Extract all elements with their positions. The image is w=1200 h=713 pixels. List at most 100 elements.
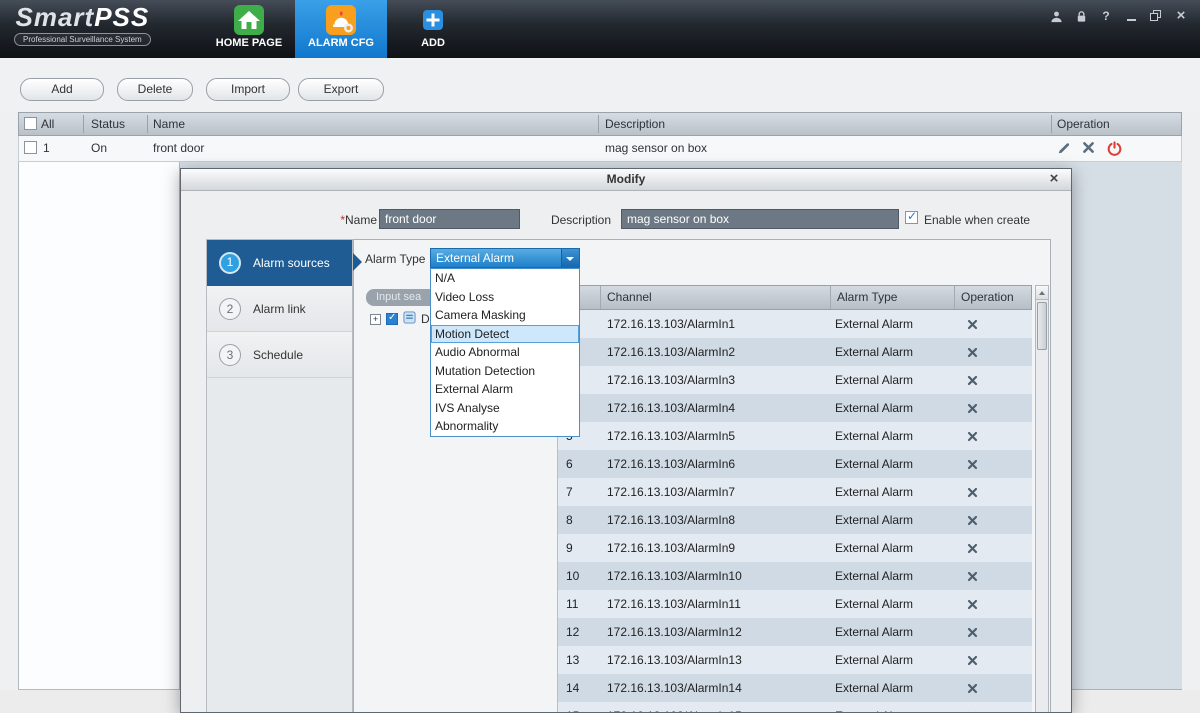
tab-label: ADD (421, 37, 445, 49)
alarm-type-option[interactable]: Audio Abnormal (431, 343, 579, 362)
remove-channel-icon[interactable] (967, 543, 978, 554)
app-logo-text: SmartPSS (14, 3, 151, 31)
step-alarm-sources[interactable]: 1 Alarm sources (207, 240, 352, 286)
remove-channel-icon[interactable] (967, 487, 978, 498)
remove-channel-icon[interactable] (967, 347, 978, 358)
tree-node-checkbox[interactable] (386, 313, 398, 325)
description-input[interactable] (621, 209, 899, 229)
row-index: 1 (43, 136, 50, 161)
minimize-icon[interactable] (1124, 9, 1138, 23)
channel-operation-cell (955, 319, 1032, 330)
channel-alarm-type: External Alarm (831, 569, 955, 583)
channel-table-header: Channel Alarm Type Operation (558, 285, 1032, 310)
channel-row[interactable]: 11172.16.13.103/AlarmIn11External Alarm (558, 590, 1032, 618)
remove-channel-icon[interactable] (967, 627, 978, 638)
alarm-type-option[interactable]: Mutation Detection (431, 362, 579, 381)
add-button[interactable]: Add (20, 78, 104, 101)
toolbar: Add Delete Import Export (0, 58, 1200, 112)
channel-name: 172.16.13.103/AlarmIn3 (601, 373, 831, 387)
channel-row[interactable]: 12172.16.13.103/AlarmIn12External Alarm (558, 618, 1032, 646)
power-toggle-icon[interactable] (1107, 141, 1123, 157)
logo-part1: Smart (15, 2, 94, 32)
alarm-table-row[interactable]: 1 On front door mag sensor on box (18, 136, 1182, 162)
scrollbar-up-arrow[interactable] (1036, 286, 1048, 300)
delete-icon[interactable] (1082, 141, 1098, 157)
channel-row[interactable]: 5172.16.13.103/AlarmIn5External Alarm (558, 422, 1032, 450)
app-logo-subtitle: Professional Surveillance System (14, 33, 151, 46)
remove-channel-icon[interactable] (967, 319, 978, 330)
remove-channel-icon[interactable] (967, 599, 978, 610)
remove-channel-icon[interactable] (967, 431, 978, 442)
chevron-down-icon[interactable] (561, 249, 579, 267)
channel-operation-cell (955, 459, 1032, 470)
row-checkbox[interactable] (24, 141, 37, 154)
alarm-type-option[interactable]: Motion Detect (431, 325, 579, 344)
name-input[interactable] (379, 209, 520, 229)
channel-alarm-type: External Alarm (831, 317, 955, 331)
scrollbar-thumb[interactable] (1037, 302, 1047, 350)
tab-add[interactable]: ADD (387, 0, 479, 58)
tree-expander-icon[interactable]: + (370, 314, 381, 325)
channel-operation-cell (955, 599, 1032, 610)
remove-channel-icon[interactable] (967, 571, 978, 582)
channel-alarm-type: External Alarm (831, 681, 955, 695)
alarm-type-option[interactable]: Video Loss (431, 288, 579, 307)
alarm-table-header: All Status Name Description Operation (18, 112, 1182, 136)
channel-row[interactable]: 15172.16.13.103/AlarmIn15External Alarm (558, 702, 1032, 713)
alarm-type-label: Alarm Type (365, 252, 425, 266)
remove-channel-icon[interactable] (967, 459, 978, 470)
tab-alarm-cfg[interactable]: ALARM CFG (295, 0, 387, 58)
close-icon[interactable]: × (1174, 9, 1188, 23)
remove-channel-icon[interactable] (967, 655, 978, 666)
dialog-close-icon[interactable]: × (1045, 169, 1063, 191)
channel-row[interactable]: 2172.16.13.103/AlarmIn2External Alarm (558, 338, 1032, 366)
device-tree-node[interactable]: + D (370, 312, 430, 326)
tree-node-label: D (421, 312, 430, 326)
remove-channel-icon[interactable] (967, 515, 978, 526)
add-tab-icon (422, 3, 444, 36)
user-icon[interactable] (1049, 9, 1063, 23)
channel-operation-cell (955, 487, 1032, 498)
name-label-text: Name (345, 213, 377, 227)
channel-row[interactable]: 10172.16.13.103/AlarmIn10External Alarm (558, 562, 1032, 590)
select-all-checkbox[interactable] (24, 117, 37, 130)
scrollbar-track[interactable] (1035, 285, 1049, 713)
channel-row[interactable]: 7172.16.13.103/AlarmIn7External Alarm (558, 478, 1032, 506)
enable-when-create-checkbox[interactable] (905, 211, 918, 224)
edit-icon[interactable] (1057, 141, 1073, 157)
channel-row[interactable]: 14172.16.13.103/AlarmIn14External Alarm (558, 674, 1032, 702)
channel-alarm-type: External Alarm (831, 541, 955, 555)
alarm-type-option[interactable]: Camera Masking (431, 306, 579, 325)
channel-row[interactable]: 4172.16.13.103/AlarmIn4External Alarm (558, 394, 1032, 422)
channel-row[interactable]: 13172.16.13.103/AlarmIn13External Alarm (558, 646, 1032, 674)
remove-channel-icon[interactable] (967, 403, 978, 414)
dialog-titlebar[interactable]: Modify (181, 169, 1071, 191)
modal-steps-nav: 1 Alarm sources 2 Alarm link 3 Schedule (206, 239, 353, 713)
remove-channel-icon[interactable] (967, 683, 978, 694)
channel-row[interactable]: 6172.16.13.103/AlarmIn6External Alarm (558, 450, 1032, 478)
alarm-type-option[interactable]: N/A (431, 269, 579, 288)
alarm-type-selected-value: External Alarm (431, 249, 561, 267)
import-button[interactable]: Import (206, 78, 290, 101)
alarm-type-option[interactable]: IVS Analyse (431, 399, 579, 418)
tab-home-page[interactable]: HOME PAGE (203, 0, 295, 58)
step-schedule[interactable]: 3 Schedule (207, 332, 352, 378)
lock-icon[interactable] (1074, 9, 1088, 23)
channel-row[interactable]: 3172.16.13.103/AlarmIn3External Alarm (558, 366, 1032, 394)
home-icon (233, 3, 265, 36)
step-alarm-link[interactable]: 2 Alarm link (207, 286, 352, 332)
tab-label: HOME PAGE (216, 37, 282, 49)
alarm-type-dropdown[interactable]: External Alarm (430, 248, 580, 268)
restore-icon[interactable] (1149, 9, 1163, 23)
remove-channel-icon[interactable] (967, 375, 978, 386)
alarm-type-option[interactable]: Abnormality (431, 417, 579, 436)
help-icon[interactable]: ? (1099, 9, 1113, 23)
export-button[interactable]: Export (298, 78, 384, 101)
delete-button[interactable]: Delete (117, 78, 193, 101)
channel-row[interactable]: 1172.16.13.103/AlarmIn1External Alarm (558, 310, 1032, 338)
channel-row[interactable]: 9172.16.13.103/AlarmIn9External Alarm (558, 534, 1032, 562)
channel-row[interactable]: 8172.16.13.103/AlarmIn8External Alarm (558, 506, 1032, 534)
alarm-type-option[interactable]: External Alarm (431, 380, 579, 399)
row-name: front door (153, 136, 204, 161)
channel-row-number: 9 (558, 541, 601, 555)
